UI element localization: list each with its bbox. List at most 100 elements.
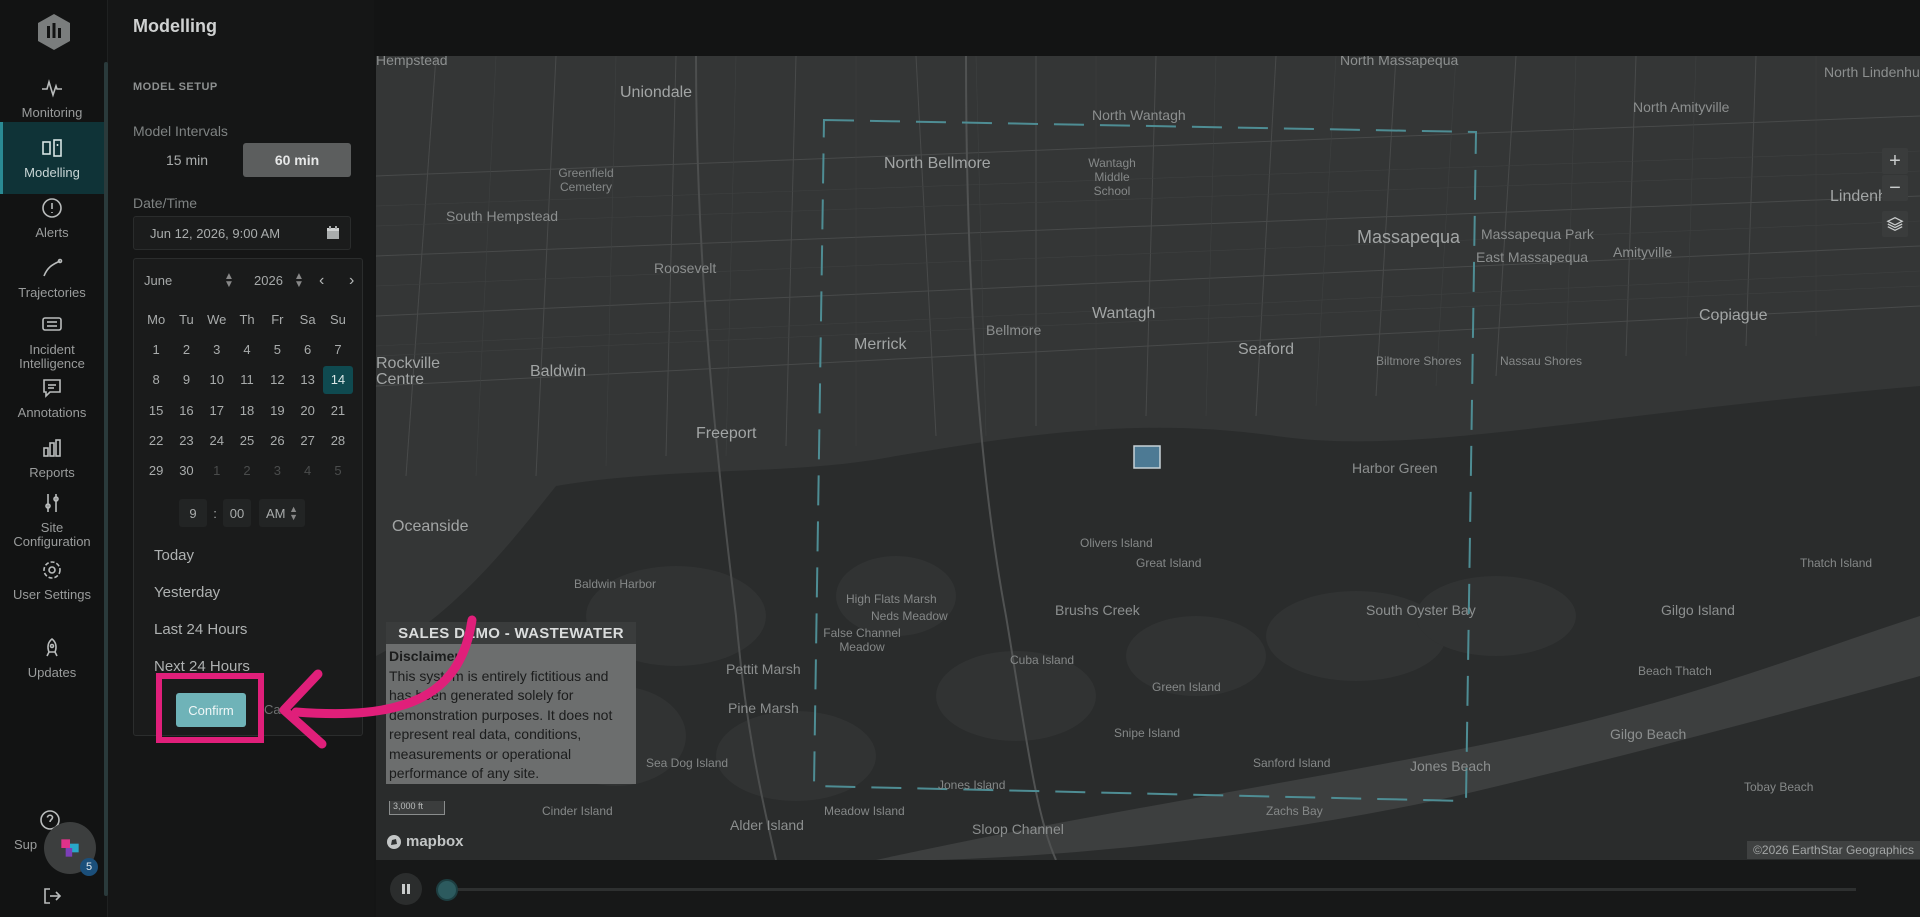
calendar-day[interactable]: 21 bbox=[323, 396, 353, 424]
interval-15-button[interactable]: 15 min bbox=[135, 143, 239, 177]
map-place-label: Brushs Creek bbox=[1055, 602, 1140, 618]
zoom-in-button[interactable]: + bbox=[1882, 148, 1908, 174]
datetime-label: Date/Time bbox=[133, 195, 198, 211]
nav-label: Annotations bbox=[17, 405, 87, 420]
weekday-label: We bbox=[207, 311, 227, 327]
picker-header: June ▲ ▼ 2026 ▲ ▼ ‹ › bbox=[144, 272, 354, 293]
notification-badge: 5 bbox=[80, 858, 98, 876]
calendar-day[interactable]: 18 bbox=[232, 396, 262, 424]
map-place-label: Wantagh Middle School bbox=[1088, 156, 1136, 198]
weekday-header: Mo Tu We Th Fr Sa Su bbox=[141, 304, 357, 334]
calendar-day[interactable]: 1 bbox=[202, 457, 232, 485]
quick-yesterday[interactable]: Yesterday bbox=[154, 584, 220, 601]
calendar-day[interactable]: 5 bbox=[262, 335, 292, 363]
calendar-day[interactable]: 4 bbox=[292, 457, 322, 485]
calendar-day[interactable]: 10 bbox=[202, 366, 232, 394]
map-place-label: Sea Dog Island bbox=[646, 756, 729, 770]
calendar-day[interactable]: 2 bbox=[171, 335, 201, 363]
calendar-day[interactable]: 22 bbox=[141, 426, 171, 454]
calendar-day[interactable]: 16 bbox=[171, 396, 201, 424]
nav-item-user-settings[interactable]: User Settings bbox=[0, 540, 104, 620]
timeline-track[interactable] bbox=[436, 888, 1856, 891]
ampm-select[interactable]: AM ▲ ▼ bbox=[259, 499, 305, 527]
calendar-day[interactable]: 4 bbox=[232, 335, 262, 363]
calendar-day[interactable]: 24 bbox=[202, 426, 232, 454]
layers-button[interactable] bbox=[1882, 211, 1908, 237]
calendar-day[interactable]: 6 bbox=[292, 335, 322, 363]
bar-chart-icon bbox=[43, 439, 61, 457]
month-spinner-icon[interactable]: ▲ ▼ bbox=[224, 272, 234, 290]
hour-input[interactable]: 9 bbox=[179, 499, 207, 527]
month-select[interactable]: June bbox=[144, 273, 172, 288]
calendar-day[interactable]: 20 bbox=[292, 396, 322, 424]
calendar-day[interactable]: 19 bbox=[262, 396, 292, 424]
calendar-day[interactable]: 30 bbox=[171, 457, 201, 485]
main-nav: Monitoring Modelling Alerts Trajectories… bbox=[0, 0, 108, 917]
calendar-day[interactable]: 27 bbox=[292, 426, 322, 454]
calendar-day[interactable]: 1 bbox=[141, 335, 171, 363]
calendar-day[interactable]: 9 bbox=[171, 366, 201, 394]
zoom-out-button[interactable]: − bbox=[1882, 175, 1908, 201]
year-spinner-icon[interactable]: ▲ ▼ bbox=[294, 272, 304, 290]
time-separator: : bbox=[213, 505, 217, 521]
calendar-day[interactable]: 11 bbox=[232, 366, 262, 394]
calendar-day[interactable]: 28 bbox=[323, 426, 353, 454]
map-place-label: North Amityville bbox=[1633, 99, 1730, 115]
datetime-value: Jun 12, 2026, 9:00 AM bbox=[150, 226, 281, 241]
calendar-day[interactable]: 12 bbox=[262, 366, 292, 394]
map-place-label: Meadow Island bbox=[824, 804, 905, 818]
map-place-label: Seaford bbox=[1238, 341, 1295, 358]
nav-item-updates[interactable]: Updates bbox=[0, 618, 104, 698]
calendar-day[interactable]: 25 bbox=[232, 426, 262, 454]
logout-icon[interactable] bbox=[40, 884, 64, 908]
calendar-day[interactable]: 15 bbox=[141, 396, 171, 424]
pause-button[interactable] bbox=[390, 873, 422, 905]
confirm-button[interactable]: Confirm bbox=[176, 693, 246, 727]
calendar-day[interactable]: 17 bbox=[202, 396, 232, 424]
datetime-input[interactable]: Jun 12, 2026, 9:00 AM bbox=[133, 216, 351, 250]
trajectory-icon bbox=[43, 258, 63, 277]
calendar-week-row: 1234567 bbox=[141, 334, 357, 364]
calendar-day[interactable]: 5 bbox=[323, 457, 353, 485]
minute-input[interactable]: 00 bbox=[223, 499, 251, 527]
calendar-icon bbox=[327, 226, 339, 239]
weekday-label: Th bbox=[239, 311, 255, 327]
map-attribution[interactable]: ©2026 EarthStar Geographics bbox=[1747, 841, 1920, 859]
map-place-label: Greenfield Cemetery bbox=[558, 166, 614, 194]
calendar-day[interactable]: 8 bbox=[141, 366, 171, 394]
prev-month-icon[interactable]: ‹ bbox=[319, 273, 324, 289]
quick-last-24-hours[interactable]: Last 24 Hours bbox=[154, 621, 247, 638]
mapbox-text: mapbox bbox=[406, 833, 464, 850]
map[interactable]: Hempstead Uniondale North Massapequa Nor… bbox=[376, 56, 1920, 860]
nav-label: Trajectories bbox=[18, 285, 86, 300]
calendar-day[interactable]: 29 bbox=[141, 457, 171, 485]
model-icon bbox=[42, 139, 62, 157]
cancel-button[interactable]: Ca bbox=[264, 702, 281, 717]
quick-today[interactable]: Today bbox=[154, 547, 194, 564]
calendar-day[interactable]: 14 bbox=[322, 365, 354, 394]
pause-icon bbox=[402, 884, 410, 894]
interval-60-button[interactable]: 60 min bbox=[243, 143, 351, 177]
section-label: MODEL SETUP bbox=[133, 81, 218, 93]
year-select[interactable]: 2026 bbox=[254, 273, 283, 288]
map-place-label: Zachs Bay bbox=[1266, 804, 1323, 818]
calendar-day[interactable]: 26 bbox=[262, 426, 292, 454]
timeline-handle[interactable] bbox=[436, 879, 458, 901]
map-place-label: Gilgo Beach bbox=[1610, 726, 1687, 742]
calendar-day[interactable]: 23 bbox=[171, 426, 201, 454]
map-place-label: Green Island bbox=[1152, 680, 1221, 694]
map-place-label: Cuba Island bbox=[1010, 653, 1075, 667]
mapbox-logo[interactable]: mapbox bbox=[386, 833, 464, 850]
next-month-icon[interactable]: › bbox=[349, 273, 354, 289]
map-place-label: Beach Thatch bbox=[1638, 664, 1712, 678]
calendar-day[interactable]: 13 bbox=[292, 366, 322, 394]
app-logo-icon[interactable] bbox=[34, 12, 74, 52]
calendar-day[interactable]: 2 bbox=[232, 457, 262, 485]
map-place-label: Massapequa bbox=[1357, 227, 1461, 247]
map-place-label: Jones Beach bbox=[1410, 758, 1491, 774]
calendar-day[interactable]: 7 bbox=[323, 335, 353, 363]
calendar-day[interactable]: 3 bbox=[262, 457, 292, 485]
ampm-value: AM bbox=[265, 505, 286, 521]
calendar-day[interactable]: 3 bbox=[202, 335, 232, 363]
calendar-grid: Mo Tu We Th Fr Sa Su 1 2 3 4 5 6 7 8 9 10 11 12 13 14… bbox=[141, 304, 357, 486]
